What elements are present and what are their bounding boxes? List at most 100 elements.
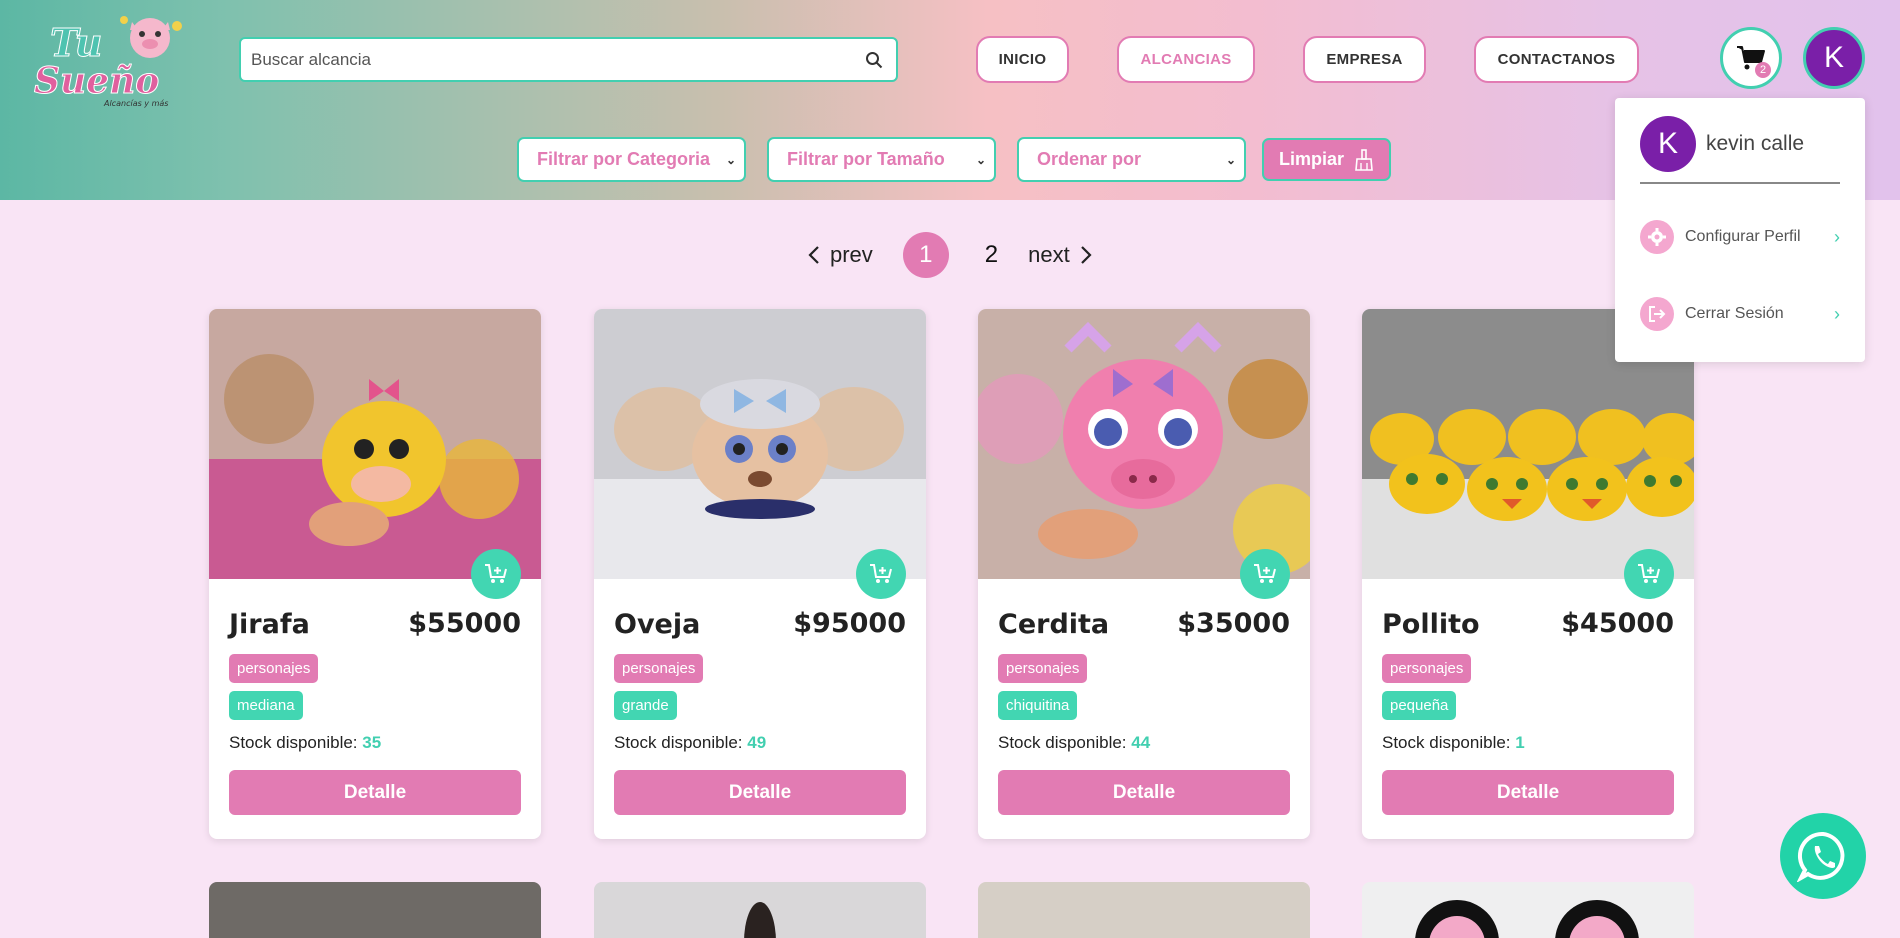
- svg-text:Sueño: Sueño: [34, 60, 159, 102]
- size-filter-label: Filtrar por Tamaño: [787, 149, 945, 169]
- broom-icon: [1355, 148, 1373, 171]
- category-badge: personajes: [1382, 654, 1472, 683]
- detail-button[interactable]: Detalle: [614, 770, 906, 815]
- product-image[interactable]: [594, 309, 926, 579]
- nav-contactanos[interactable]: CONTACTANOS: [1474, 36, 1639, 83]
- cart-count-badge: 2: [1755, 62, 1771, 78]
- product-name: Pollito: [1382, 609, 1480, 640]
- logo[interactable]: Tu Sueño Alcancías y más: [32, 8, 192, 108]
- chevron-right-icon: ›: [1834, 226, 1840, 247]
- add-to-cart-button[interactable]: [471, 549, 521, 599]
- add-cart-icon: [485, 564, 507, 583]
- product-card: Oveja $95000 personajes grande Stock dis…: [594, 309, 926, 839]
- chevron-down-icon: ⌄: [1225, 152, 1236, 167]
- next-page-button[interactable]: next: [1028, 242, 1092, 268]
- search-icon[interactable]: [862, 48, 886, 72]
- detail-button[interactable]: Detalle: [229, 770, 521, 815]
- chevron-right-icon: ›: [1834, 303, 1840, 324]
- product-image[interactable]: [594, 882, 926, 938]
- gear-icon: [1640, 220, 1674, 254]
- chevron-left-icon: [808, 246, 819, 264]
- product-price: $45000: [1561, 608, 1674, 639]
- add-cart-icon: [1638, 564, 1660, 583]
- menu-item-configure-profile[interactable]: Configurar Perfil ›: [1640, 219, 1840, 255]
- menu-item-logout[interactable]: Cerrar Sesión ›: [1640, 296, 1840, 332]
- product-card: Cerdita $35000 personajes chiquitina Sto…: [978, 309, 1310, 839]
- product-image[interactable]: [209, 309, 541, 579]
- chevron-down-icon: ⌄: [975, 152, 986, 167]
- size-filter-select[interactable]: Filtrar por Tamaño ⌄: [767, 137, 996, 182]
- stock-value: 1: [1515, 733, 1525, 752]
- product-name: Cerdita: [998, 609, 1110, 640]
- menu-item-label: Cerrar Sesión: [1685, 305, 1784, 322]
- nav-inicio[interactable]: INICIO: [976, 36, 1069, 83]
- menu-item-label: Configurar Perfil: [1685, 228, 1801, 245]
- user-avatar-button[interactable]: K: [1803, 27, 1865, 89]
- prev-label: prev: [830, 242, 873, 267]
- whatsapp-icon: [1797, 831, 1845, 882]
- add-to-cart-button[interactable]: [856, 549, 906, 599]
- stock-info: Stock disponible: 44: [998, 733, 1150, 753]
- category-badge: personajes: [614, 654, 704, 683]
- next-label: next: [1028, 242, 1070, 267]
- stock-label: Stock disponible:: [1382, 733, 1511, 752]
- stock-label: Stock disponible:: [998, 733, 1127, 752]
- category-filter-select[interactable]: Filtrar por Categoria ⌄: [517, 137, 746, 182]
- product-price: $35000: [1177, 608, 1290, 639]
- svg-text:Alcancías y más: Alcancías y más: [103, 99, 168, 108]
- nav-empresa[interactable]: EMPRESA: [1303, 36, 1426, 83]
- stock-value: 44: [1131, 733, 1151, 752]
- chevron-down-icon: ⌄: [725, 152, 736, 167]
- chevron-right-icon: [1080, 246, 1092, 264]
- pagination: prev 1 2 next: [808, 232, 1092, 278]
- profile-avatar: K: [1640, 116, 1696, 172]
- profile-dropdown: K kevin calle Configurar Perfil › Cerrar…: [1615, 98, 1865, 362]
- size-badge: pequeña: [1382, 691, 1457, 720]
- product-image[interactable]: [209, 882, 541, 938]
- order-select[interactable]: Ordenar por ⌄: [1017, 137, 1246, 182]
- category-badge: personajes: [998, 654, 1088, 683]
- clear-filters-label: Limpiar: [1278, 149, 1344, 169]
- add-cart-icon: [1254, 564, 1276, 583]
- stock-info: Stock disponible: 1: [1382, 733, 1525, 753]
- page-1-button[interactable]: 1: [902, 232, 949, 278]
- category-badge: personajes: [229, 654, 319, 683]
- stock-value: 49: [747, 733, 767, 752]
- product-card: Pollito $45000 personajes pequeña Stock …: [1362, 309, 1694, 839]
- prev-page-button[interactable]: prev: [808, 242, 873, 268]
- page-2-button[interactable]: 2: [985, 241, 998, 269]
- product-image[interactable]: [1362, 882, 1694, 938]
- svg-text:Tu: Tu: [50, 20, 102, 65]
- category-filter-label: Filtrar por Categoria: [537, 149, 711, 169]
- detail-button[interactable]: Detalle: [1382, 770, 1674, 815]
- stock-label: Stock disponible:: [229, 733, 358, 752]
- logout-icon: [1640, 297, 1674, 331]
- detail-button[interactable]: Detalle: [998, 770, 1290, 815]
- product-name: Oveja: [614, 609, 701, 640]
- order-label: Ordenar por: [1037, 149, 1142, 169]
- product-image[interactable]: [978, 309, 1310, 579]
- product-card: Jirafa $55000 personajes mediana Stock d…: [209, 309, 541, 839]
- product-image[interactable]: [978, 882, 1310, 938]
- stock-label: Stock disponible:: [614, 733, 743, 752]
- nav-alcancias[interactable]: ALCANCIAS: [1117, 36, 1255, 83]
- stock-info: Stock disponible: 35: [229, 733, 381, 753]
- size-badge: grande: [614, 691, 677, 720]
- search-input[interactable]: [251, 49, 862, 70]
- add-to-cart-button[interactable]: [1624, 549, 1674, 599]
- whatsapp-button[interactable]: [1780, 813, 1866, 899]
- divider: [1640, 182, 1840, 184]
- stock-value: 35: [362, 733, 382, 752]
- profile-name: kevin calle: [1706, 132, 1805, 155]
- add-cart-icon: [870, 564, 892, 583]
- cart-button[interactable]: 2: [1720, 27, 1782, 89]
- stock-info: Stock disponible: 49: [614, 733, 766, 753]
- add-to-cart-button[interactable]: [1240, 549, 1290, 599]
- clear-filters-button[interactable]: Limpiar: [1262, 138, 1391, 181]
- size-badge: mediana: [229, 691, 303, 720]
- size-badge: chiquitina: [998, 691, 1078, 720]
- product-name: Jirafa: [229, 609, 310, 640]
- logo-image: Tu Sueño Alcancías y más: [34, 16, 182, 108]
- product-price: $95000: [793, 608, 906, 639]
- product-price: $55000: [408, 608, 521, 639]
